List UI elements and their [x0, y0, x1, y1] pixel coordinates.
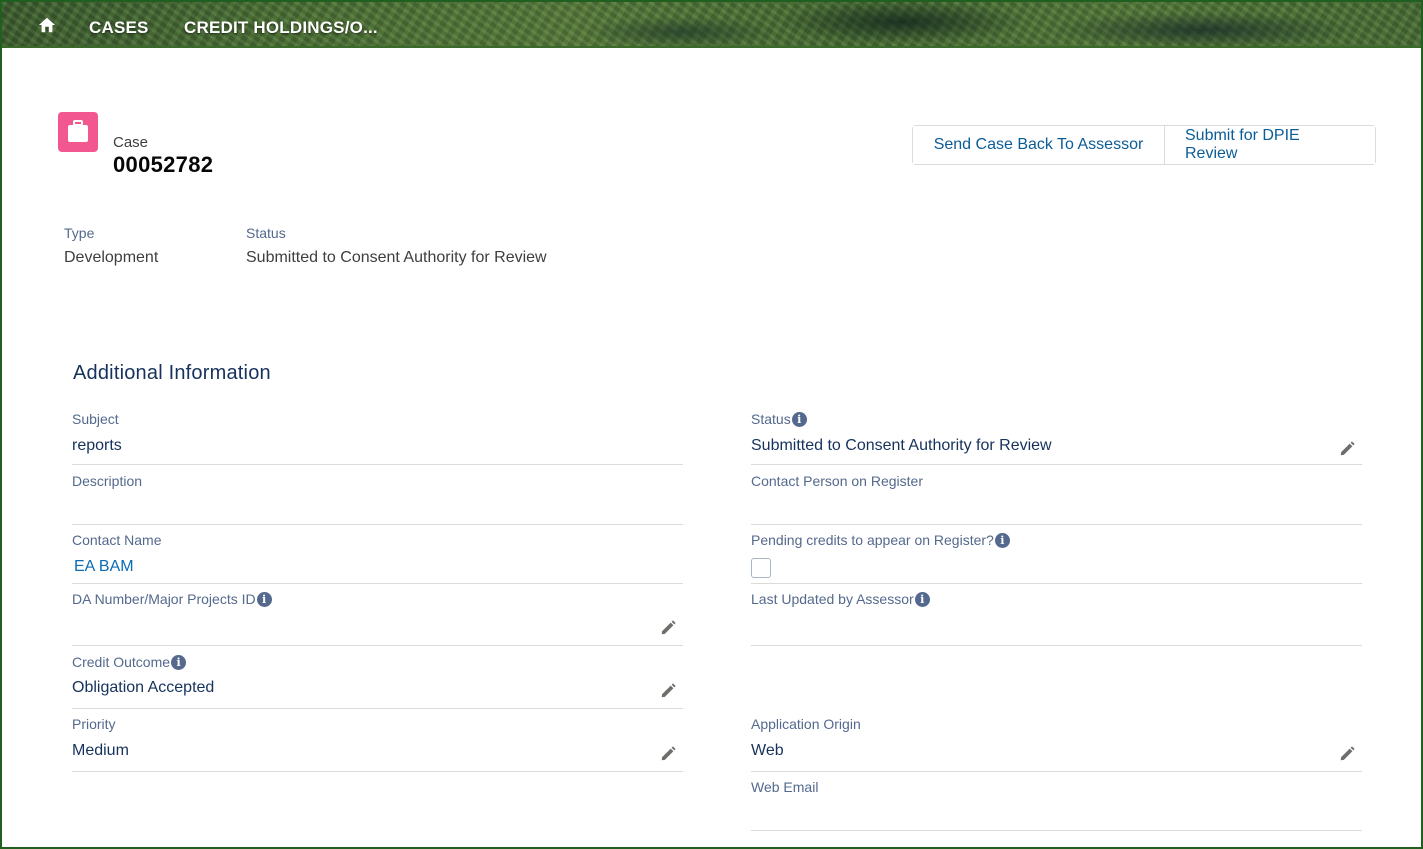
field-value: Obligation Accepted [72, 679, 215, 696]
info-icon[interactable]: i [256, 591, 272, 607]
pencil-icon[interactable] [1338, 745, 1356, 763]
nav-bar: CASES CREDIT HOLDINGS/O... [2, 2, 1421, 48]
briefcase-icon [58, 112, 98, 152]
field-label-text: Last Updated by Assessor [751, 591, 914, 607]
field-label-text: Status [751, 411, 791, 427]
home-icon[interactable] [38, 16, 56, 34]
field-label: Credit Outcome i [72, 654, 187, 670]
field-last-updated-assessor: Last Updated by Assessor i [751, 590, 1362, 646]
nav-item-cases[interactable]: CASES [89, 18, 149, 38]
pencil-icon[interactable] [659, 619, 677, 637]
pending-credits-checkbox[interactable] [751, 558, 771, 578]
field-label: Web Email [751, 779, 819, 795]
field-priority: Priority Medium [72, 715, 683, 772]
field-value: Medium [72, 742, 129, 759]
nav-item-credit-holdings[interactable]: CREDIT HOLDINGS/O... [184, 18, 378, 38]
field-value: Submitted to Consent Authority for Revie… [751, 437, 1052, 454]
field-application-origin: Application Origin Web [751, 715, 1362, 772]
field-web-email: Web Email [751, 778, 1362, 831]
highlight-type-label: Type [64, 225, 95, 241]
highlight-status-label: Status [246, 225, 286, 241]
contact-name-link[interactable]: EA BAM [74, 558, 134, 576]
field-description: Description [72, 472, 683, 525]
field-label: Priority [72, 716, 116, 732]
pencil-icon[interactable] [1338, 440, 1356, 458]
submit-review-button[interactable]: Submit for DPIE Review [1164, 126, 1375, 164]
pencil-icon[interactable] [659, 745, 677, 763]
field-label-text: Credit Outcome [72, 654, 171, 670]
field-da-number: DA Number/Major Projects ID i [72, 590, 683, 646]
field-contact-person-register: Contact Person on Register [751, 472, 1362, 525]
field-subject: Subject reports [72, 410, 683, 465]
field-label: Status i [751, 411, 807, 427]
send-back-button[interactable]: Send Case Back To Assessor [913, 126, 1164, 164]
field-label: Description [72, 473, 143, 489]
field-credit-outcome: Credit Outcome i Obligation Accepted [72, 653, 683, 709]
case-number: 00052782 [113, 152, 214, 177]
field-label: Contact Name [72, 532, 162, 548]
header-actions: Send Case Back To Assessor Submit for DP… [912, 125, 1376, 165]
field-value: reports [72, 437, 122, 454]
highlight-status-value: Submitted to Consent Authority for Revie… [246, 249, 547, 266]
info-icon[interactable]: i [994, 532, 1010, 548]
field-label-text: DA Number/Major Projects ID [72, 591, 256, 607]
field-contact-name: Contact Name EA BAM [72, 531, 683, 584]
info-icon[interactable]: i [791, 411, 807, 427]
section-title: Additional Information [73, 362, 271, 384]
pencil-icon[interactable] [659, 682, 677, 700]
field-status: Status i Submitted to Consent Authority f… [751, 410, 1362, 465]
field-label: Application Origin [751, 716, 861, 732]
object-label: Case [113, 134, 149, 151]
info-icon[interactable]: i [914, 591, 930, 607]
info-icon[interactable]: i [171, 654, 187, 670]
field-label-text: Pending credits to appear on Register? [751, 532, 994, 548]
field-label: Last Updated by Assessor i [751, 591, 930, 607]
highlight-type-value: Development [64, 249, 159, 266]
field-label: Pending credits to appear on Register? i [751, 532, 1010, 548]
field-value: Web [751, 742, 784, 759]
field-pending-credits: Pending credits to appear on Register? i [751, 531, 1362, 584]
field-label: Subject [72, 411, 119, 427]
field-label: Contact Person on Register [751, 473, 923, 489]
field-label: DA Number/Major Projects ID i [72, 591, 272, 607]
